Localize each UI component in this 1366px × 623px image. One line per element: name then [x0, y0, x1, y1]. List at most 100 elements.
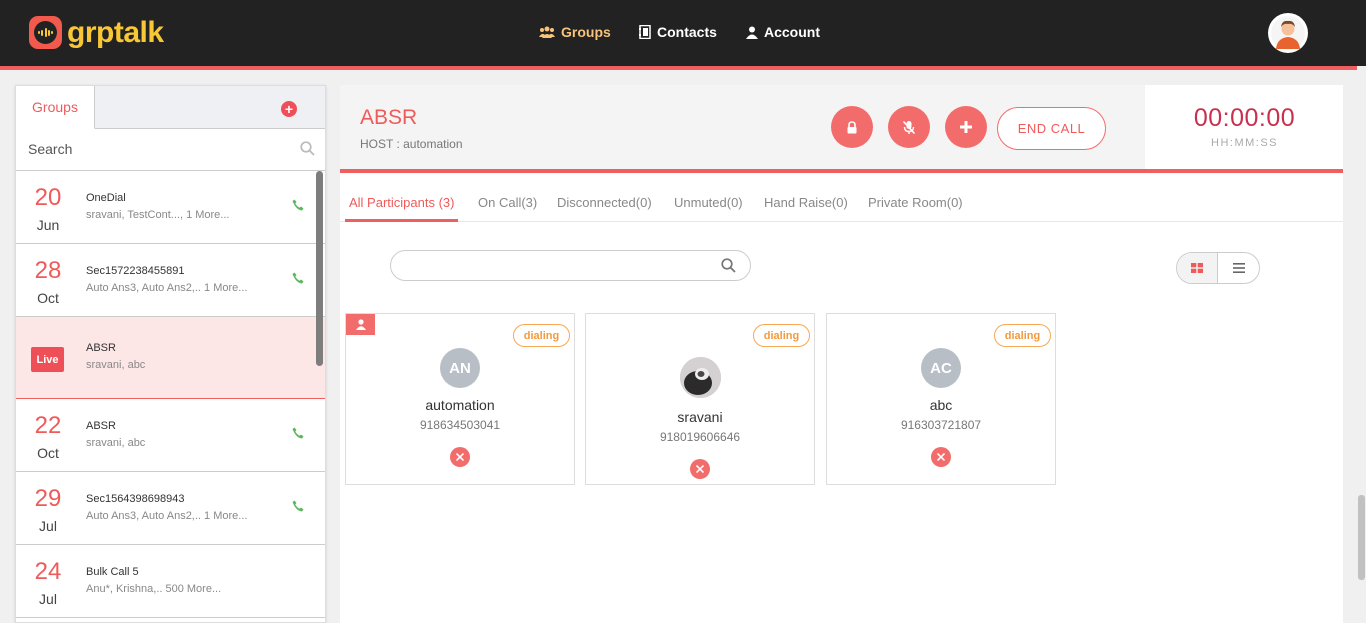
call-timer: 00:00:00 HH:MM:SS — [1146, 85, 1343, 170]
group-name: ABSR — [86, 342, 116, 354]
call-host: HOST : automation — [360, 137, 463, 151]
profile-avatar[interactable] — [1268, 13, 1308, 53]
call-panel: ABSR HOST : automation END CALL 00:00:00… — [340, 85, 1343, 623]
phone-icon[interactable] — [292, 427, 304, 439]
participant-search-input[interactable] — [405, 251, 725, 280]
group-name: OneDial — [86, 192, 126, 204]
nav-contacts[interactable]: Contacts — [639, 24, 717, 40]
grid-icon — [1191, 263, 1203, 273]
disconnect-participant-button[interactable] — [450, 447, 470, 467]
nav-account[interactable]: Account — [746, 24, 820, 40]
participant-card[interactable]: dialing AC abc 916303721807 — [826, 313, 1056, 485]
call-title: ABSR — [360, 106, 418, 129]
participant-name: abc — [929, 397, 953, 413]
tab-groups[interactable]: Groups — [16, 86, 95, 129]
mute-all-button[interactable] — [888, 106, 930, 148]
close-icon — [696, 465, 704, 473]
nav-contacts-label: Contacts — [657, 24, 717, 40]
group-name: Bulk Call 5 — [86, 566, 139, 578]
group-date-day: 29 — [34, 485, 62, 512]
phone-icon[interactable] — [292, 272, 304, 284]
list-item[interactable]: 20 Jun OneDial sravani, TestCont..., 1 M… — [16, 171, 325, 244]
tab-disconnected[interactable]: Disconnected(0) — [557, 195, 652, 210]
participant-initials: AN — [440, 348, 480, 388]
photo-image — [680, 357, 721, 398]
user-icon — [746, 26, 758, 39]
list-icon — [1232, 263, 1245, 273]
list-item[interactable]: 24 Jul Bulk Call 5 Anu*, Krishna,.. 500 … — [16, 545, 325, 618]
close-icon — [456, 453, 464, 461]
group-members: Auto Ans3, Auto Ans2,.. 1 More... — [86, 282, 248, 294]
group-date-month: Jul — [39, 591, 57, 607]
participant-card[interactable]: dialing sravani 918019606646 — [585, 313, 815, 485]
logo-text: grptalk — [67, 15, 164, 49]
groups-tabs: Groups + — [16, 86, 325, 129]
tab-all-participants[interactable]: All Participants (3) — [349, 195, 454, 210]
group-members: sravani, abc — [86, 437, 146, 449]
call-header: ABSR HOST : automation END CALL — [340, 85, 1145, 170]
user-icon — [355, 319, 366, 330]
participant-card[interactable]: dialing AN automation 918634503041 — [345, 313, 575, 485]
group-date-day: 20 — [34, 184, 62, 211]
grid-view-button[interactable] — [1177, 253, 1219, 283]
participant-initials: AC — [921, 348, 961, 388]
tab-private-room[interactable]: Private Room(0) — [868, 195, 963, 210]
active-tab-indicator — [345, 219, 458, 222]
status-badge: dialing — [513, 324, 570, 347]
group-date-month: Oct — [37, 445, 59, 461]
group-date-month: Oct — [37, 290, 59, 306]
group-date-day: 28 — [34, 257, 62, 284]
status-badge: dialing — [994, 324, 1051, 347]
group-members: sravani, TestCont..., 1 More... — [86, 209, 230, 221]
add-participant-button[interactable] — [945, 106, 987, 148]
plus-icon — [960, 121, 972, 133]
end-call-button[interactable]: END CALL — [997, 107, 1106, 150]
topbar-accent-line — [0, 66, 1357, 70]
search-icon[interactable] — [300, 141, 315, 156]
list-view-button[interactable] — [1218, 253, 1259, 283]
avatar-icon — [1271, 16, 1305, 50]
group-date-day: 22 — [34, 412, 62, 439]
participant-photo — [680, 357, 721, 398]
page-scrollbar-thumb[interactable] — [1358, 495, 1365, 580]
group-name: Sec1572238455891 — [86, 265, 185, 277]
search-icon[interactable] — [721, 258, 736, 273]
tab-hand-raise[interactable]: Hand Raise(0) — [764, 195, 848, 210]
close-icon — [937, 453, 945, 461]
call-accent-line — [340, 169, 1343, 173]
list-item-live[interactable]: Live ABSR sravani, abc — [16, 317, 325, 399]
timer-value: 00:00:00 — [1193, 104, 1296, 132]
page-scrollbar[interactable] — [1357, 66, 1366, 623]
disconnect-participant-button[interactable] — [931, 447, 951, 467]
group-list-scrollbar[interactable] — [316, 171, 323, 366]
nav-groups[interactable]: Groups — [539, 24, 611, 40]
phone-icon[interactable] — [292, 199, 304, 211]
nav-account-label: Account — [764, 24, 820, 40]
host-flag — [346, 314, 375, 335]
add-group-icon[interactable]: + — [281, 101, 297, 117]
list-item[interactable]: 28 Oct Sec1572238455891 Auto Ans3, Auto … — [16, 244, 325, 317]
view-toggle — [1176, 252, 1260, 284]
phone-icon[interactable] — [292, 500, 304, 512]
disconnect-participant-button[interactable] — [690, 459, 710, 479]
grptalk-logo[interactable]: grptalk — [29, 16, 164, 49]
timer-label: HH:MM:SS — [1211, 137, 1278, 149]
group-date-day: 24 — [34, 558, 62, 585]
status-badge: dialing — [753, 324, 810, 347]
groups-panel: Groups + 20 Jun OneDial sravani, TestCon… — [15, 85, 326, 623]
tab-on-call[interactable]: On Call(3) — [478, 195, 537, 210]
tab-unmuted[interactable]: Unmuted(0) — [674, 195, 743, 210]
group-search-input[interactable] — [16, 129, 325, 169]
list-item[interactable]: 22 Oct ABSR sravani, abc — [16, 399, 325, 472]
participant-name: automation — [425, 397, 495, 413]
group-members: sravani, abc — [86, 359, 146, 371]
group-name: Sec1564398698943 — [86, 493, 185, 505]
lock-call-button[interactable] — [831, 106, 873, 148]
list-item[interactable]: 29 Jul Sec1564398698943 Auto Ans3, Auto … — [16, 472, 325, 545]
live-badge: Live — [31, 347, 64, 372]
group-members: Anu*, Krishna,.. 500 More... — [86, 583, 222, 595]
group-date-month: Jul — [39, 518, 57, 534]
mic-off-icon — [902, 120, 916, 134]
participant-tabs: All Participants (3) On Call(3) Disconne… — [340, 189, 1343, 222]
group-list: 20 Jun OneDial sravani, TestCont..., 1 M… — [16, 171, 325, 618]
